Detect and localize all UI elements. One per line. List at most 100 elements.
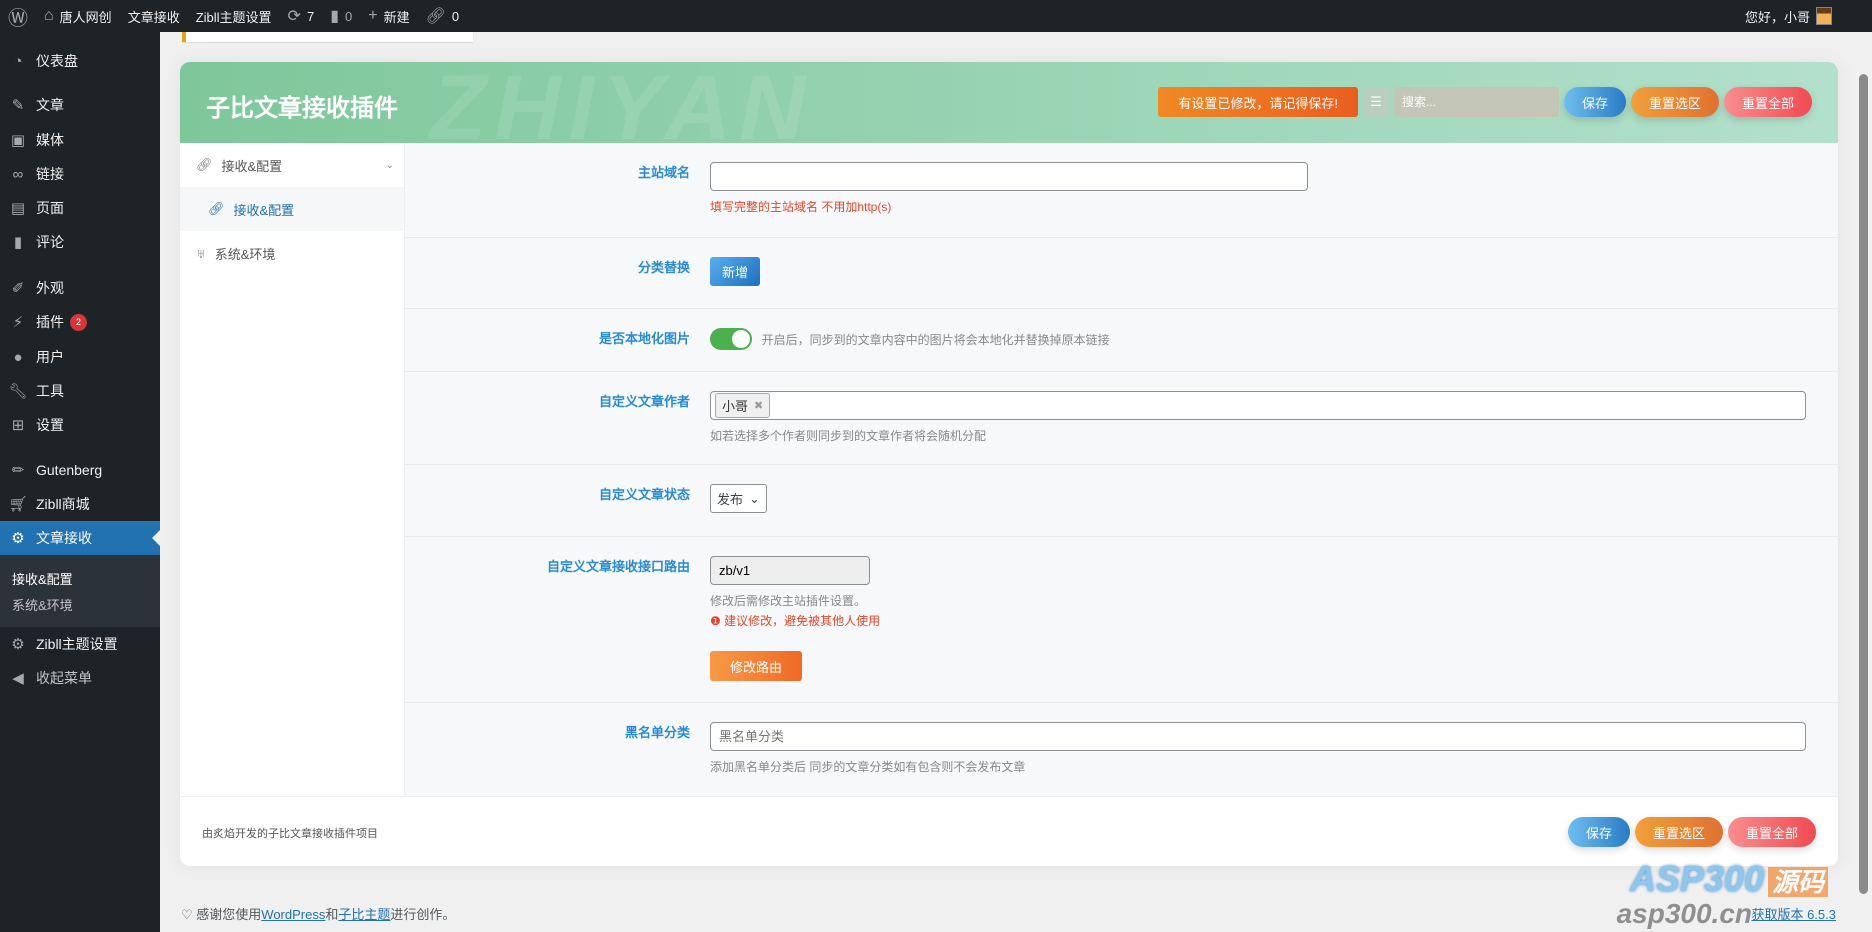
author-select[interactable]: 小哥 ✖	[710, 391, 1806, 420]
menu-posts[interactable]: ✎ 文章	[0, 88, 160, 122]
menu-tools[interactable]: 🔧︎ 工具	[0, 374, 160, 408]
list-icon: ☰	[1370, 94, 1382, 109]
menu-media[interactable]: ▣ 媒体	[0, 123, 160, 157]
link-icon: 🔗︎	[425, 8, 446, 25]
footer-text: 感谢您使用	[196, 907, 262, 922]
scrollbar-thumb[interactable]	[1859, 74, 1868, 894]
new-label: 新建	[383, 9, 410, 25]
settings-panel: ZHIYAN 子比文章接收插件 有设置已修改，请记得保存! ☰ 保存 重置选区 …	[180, 62, 1838, 866]
comments-link[interactable]: ▮ 0	[322, 0, 360, 32]
menu-label: 收起菜单	[36, 670, 92, 686]
menu-settings[interactable]: ⊞ 设置	[0, 408, 160, 442]
panel-title: 子比文章接收插件	[206, 95, 398, 122]
user-account-link[interactable]: 您好，小哥	[1745, 0, 1832, 32]
updates-link[interactable]: ⟳ 7	[280, 0, 323, 32]
pin-icon: ✎	[11, 97, 25, 114]
field-row-author: 自定义文章作者 小哥 ✖ 如若选择多个作者则同步到的文章作者将会随机分配	[405, 372, 1838, 465]
user-icon: ●	[13, 348, 23, 366]
menu-plugins[interactable]: ⚡︎ 插件 2	[0, 305, 160, 339]
menu-label: 文章接收	[36, 530, 92, 546]
menu-appearance[interactable]: ✐ 外观	[0, 271, 160, 305]
adminbar-link-zibll-settings[interactable]: Zibll主题设置	[188, 0, 280, 32]
route-warning-text: 建议修改，避免被其他人使用	[724, 614, 881, 628]
adminbar-link-article-receive[interactable]: 文章接收	[120, 0, 188, 32]
route-input[interactable]	[710, 556, 870, 585]
field-row-localize: 是否本地化图片 开启后，同步到的文章内容中的图片将会本地化并替换掉原本链接	[405, 309, 1838, 372]
settings-content: 主站域名 填写完整的主站域名 不用加http(s) 分类替换 新增 是否本地化图…	[405, 143, 1838, 796]
update-icon: ⟳	[287, 8, 301, 25]
menu-label: 页面	[36, 200, 64, 216]
field-row-status: 自定义文章状态 发布 ⌄	[405, 465, 1838, 537]
field-label: 分类替换	[637, 260, 690, 275]
links-link[interactable]: 🔗︎ 0	[418, 0, 468, 32]
blacklist-input[interactable]	[710, 722, 1806, 751]
domain-input[interactable]	[710, 162, 1308, 191]
menu-article-receive[interactable]: ⚙ 文章接收	[0, 521, 160, 555]
watermark-brand: ASP300	[1629, 858, 1764, 899]
wordpress-link[interactable]: WordPress	[261, 907, 325, 922]
domain-hint: 填写完整的主站域名 不用加http(s)	[710, 200, 892, 214]
menu-dashboard[interactable]: ◔ 仪表盘	[0, 44, 160, 78]
admin-sidebar: ◔ 仪表盘 ✎ 文章 ▣ 媒体 ∞ 链接 ▤ 页面 ▮ 评论 ✐ 外观 ⚡︎ 插件 2 ● 用户 🔧…	[0, 32, 160, 932]
nav-item-receive-config[interactable]: 🔗︎ 接收&配置	[180, 187, 404, 231]
reset-all-button[interactable]: 重置全部	[1723, 87, 1812, 117]
nav-label: 接收&配置	[221, 158, 283, 174]
avatar	[1816, 7, 1832, 25]
site-name-link[interactable]: ⌂ 唐人网创	[36, 0, 120, 32]
footer-credit: 由炙焰开发的子比文章接收插件项目	[202, 828, 378, 840]
brush-icon: ✐	[11, 280, 25, 297]
menu-label: 媒体	[36, 132, 64, 148]
wrench-icon: 🔧︎	[8, 383, 28, 400]
footer-save-button[interactable]: 保存	[1567, 817, 1630, 847]
zibll-theme-link[interactable]: 子比主题	[338, 907, 390, 922]
status-select[interactable]: 发布 ⌄	[710, 484, 767, 513]
field-label: 自定义文章接收接口路由	[546, 559, 690, 574]
nav-group-receive-config[interactable]: 🔗︎ 接收&配置 ⌄	[180, 143, 404, 187]
add-category-button[interactable]: 新增	[710, 257, 761, 286]
new-content-link[interactable]: + 新建	[360, 0, 417, 32]
field-label: 主站域名	[637, 165, 690, 180]
field-label: 自定义文章作者	[598, 394, 690, 409]
updates-count: 7	[306, 8, 315, 24]
menu-label: Gutenberg	[36, 462, 103, 478]
menu-zibll-shop[interactable]: 🛒︎ Zibll商城	[0, 487, 160, 521]
menu-collapse[interactable]: ◀ 收起菜单	[0, 661, 160, 695]
wordpress-icon: Ⓦ	[8, 7, 28, 30]
modify-route-button[interactable]: 修改路由	[710, 651, 803, 681]
watermark-url: asp300.cn	[1616, 898, 1752, 929]
menu-users[interactable]: ● 用户	[0, 340, 160, 374]
comment-icon: ▮	[330, 8, 339, 25]
menu-label: 用户	[36, 349, 64, 365]
field-label: 黑名单分类	[624, 725, 690, 740]
menu-pages[interactable]: ▤ 页面	[0, 191, 160, 225]
menu-gutenberg[interactable]: ✏︎ Gutenberg	[0, 453, 160, 487]
localize-desc: 开启后，同步到的文章内容中的图片将会本地化并替换掉原本链接	[761, 332, 1110, 347]
page-scrollbar[interactable]	[1855, 32, 1872, 932]
save-button[interactable]: 保存	[1563, 87, 1626, 117]
menu-zibll-theme-settings[interactable]: ⚙ Zibll主题设置	[0, 627, 160, 661]
gitlab-icon: ♅	[196, 245, 206, 261]
unsaved-warning: 有设置已修改，请记得保存!	[1158, 87, 1358, 117]
nav-group-system-env[interactable]: ♅ 系统&环境	[180, 231, 404, 275]
expand-all-button[interactable]: ☰	[1362, 87, 1389, 117]
status-value: 发布	[717, 492, 744, 507]
asp300-watermark-logo: ASP300 源码	[1630, 858, 1828, 900]
menu-comments[interactable]: ▮ 评论	[0, 225, 160, 259]
footer-reset-all-button[interactable]: 重置全部	[1727, 817, 1816, 847]
dashboard-icon: ◔	[13, 52, 23, 70]
search-input[interactable]	[1393, 87, 1559, 117]
field-row-blacklist: 黑名单分类 添加黑名单分类后 同步的文章分类如有包含则不会发布文章	[405, 703, 1838, 796]
submenu-receive-config[interactable]: 接收&配置	[12, 569, 73, 588]
route-desc: 修改后需修改主站插件设置。	[710, 594, 867, 608]
reset-section-button[interactable]: 重置选区	[1630, 87, 1719, 117]
version-link[interactable]: 获取版本 6.5.3	[1751, 904, 1836, 923]
panel-footer: 由炙焰开发的子比文章接收插件项目 保存 重置选区 重置全部	[180, 796, 1838, 866]
tag-label: 小哥	[722, 399, 749, 414]
remove-tag-icon[interactable]: ✖	[754, 399, 763, 412]
menu-label: 仪表盘	[36, 53, 78, 69]
footer-reset-section-button[interactable]: 重置选区	[1634, 817, 1723, 847]
submenu-system-env[interactable]: 系统&环境	[12, 595, 73, 614]
localize-images-toggle[interactable]	[710, 328, 752, 350]
menu-links[interactable]: ∞ 链接	[0, 157, 160, 191]
wordpress-logo[interactable]: Ⓦ	[0, 0, 36, 32]
